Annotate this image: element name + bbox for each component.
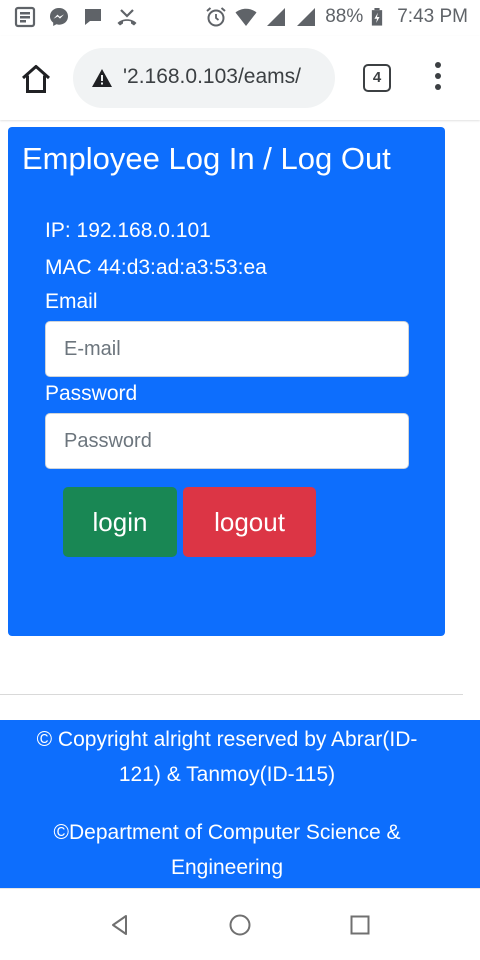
message-icon (85, 9, 101, 25)
address-bar[interactable]: '2.168.0.103/eams/ (73, 48, 335, 108)
missed-call-icon (117, 9, 137, 26)
tabs-button[interactable]: 4 (363, 64, 391, 92)
password-field[interactable] (45, 413, 409, 469)
footer-copyright-line1: © Copyright alright reserved by Abrar(ID… (36, 728, 418, 751)
password-label: Password (45, 382, 138, 405)
battery-percent: 88% (325, 6, 364, 27)
navigation-bar (0, 888, 480, 960)
email-label: Email (45, 290, 98, 313)
wifi-icon (235, 8, 257, 26)
status-time: 7:43 PM (397, 6, 468, 27)
divider (0, 694, 463, 695)
footer-department-line1: ©Department of Computer Science & (53, 821, 401, 844)
alarm-icon (206, 7, 226, 27)
gallery-icon (14, 6, 36, 28)
messenger-icon (50, 8, 68, 26)
back-icon[interactable] (108, 913, 132, 937)
ip-address: IP: 192.168.0.101 (45, 219, 211, 242)
status-notification-icons (14, 6, 138, 28)
battery-icon (372, 8, 383, 26)
status-system-icons: 88% 7:43 PM (205, 6, 468, 28)
home-circle-icon[interactable] (228, 913, 252, 937)
card-title: Employee Log In / Log Out (22, 141, 391, 176)
login-card: Employee Log In / Log Out IP: 192.168.0.… (8, 127, 445, 636)
footer-copyright-line2: 121) & Tanmoy(ID-115) (118, 763, 336, 786)
footer: © Copyright alright reserved by Abrar(ID… (0, 720, 480, 888)
footer-department-line2: Engineering (170, 856, 284, 879)
signal-icon (267, 8, 286, 26)
status-bar: 88% 7:43 PM (0, 0, 480, 36)
more-menu-icon[interactable] (430, 62, 446, 94)
warning-icon[interactable] (91, 68, 113, 88)
email-field[interactable] (45, 321, 409, 377)
url-text[interactable]: '2.168.0.103/eams/ (123, 65, 329, 89)
home-icon[interactable] (20, 64, 52, 94)
signal-icon (297, 8, 316, 26)
mac-address: MAC 44:d3:ad:a3:53:ea (45, 256, 267, 279)
recents-icon[interactable] (348, 913, 372, 937)
browser-toolbar: '2.168.0.103/eams/ 4 (0, 36, 480, 120)
login-button[interactable]: login (63, 487, 177, 557)
logout-button[interactable]: logout (183, 487, 316, 557)
